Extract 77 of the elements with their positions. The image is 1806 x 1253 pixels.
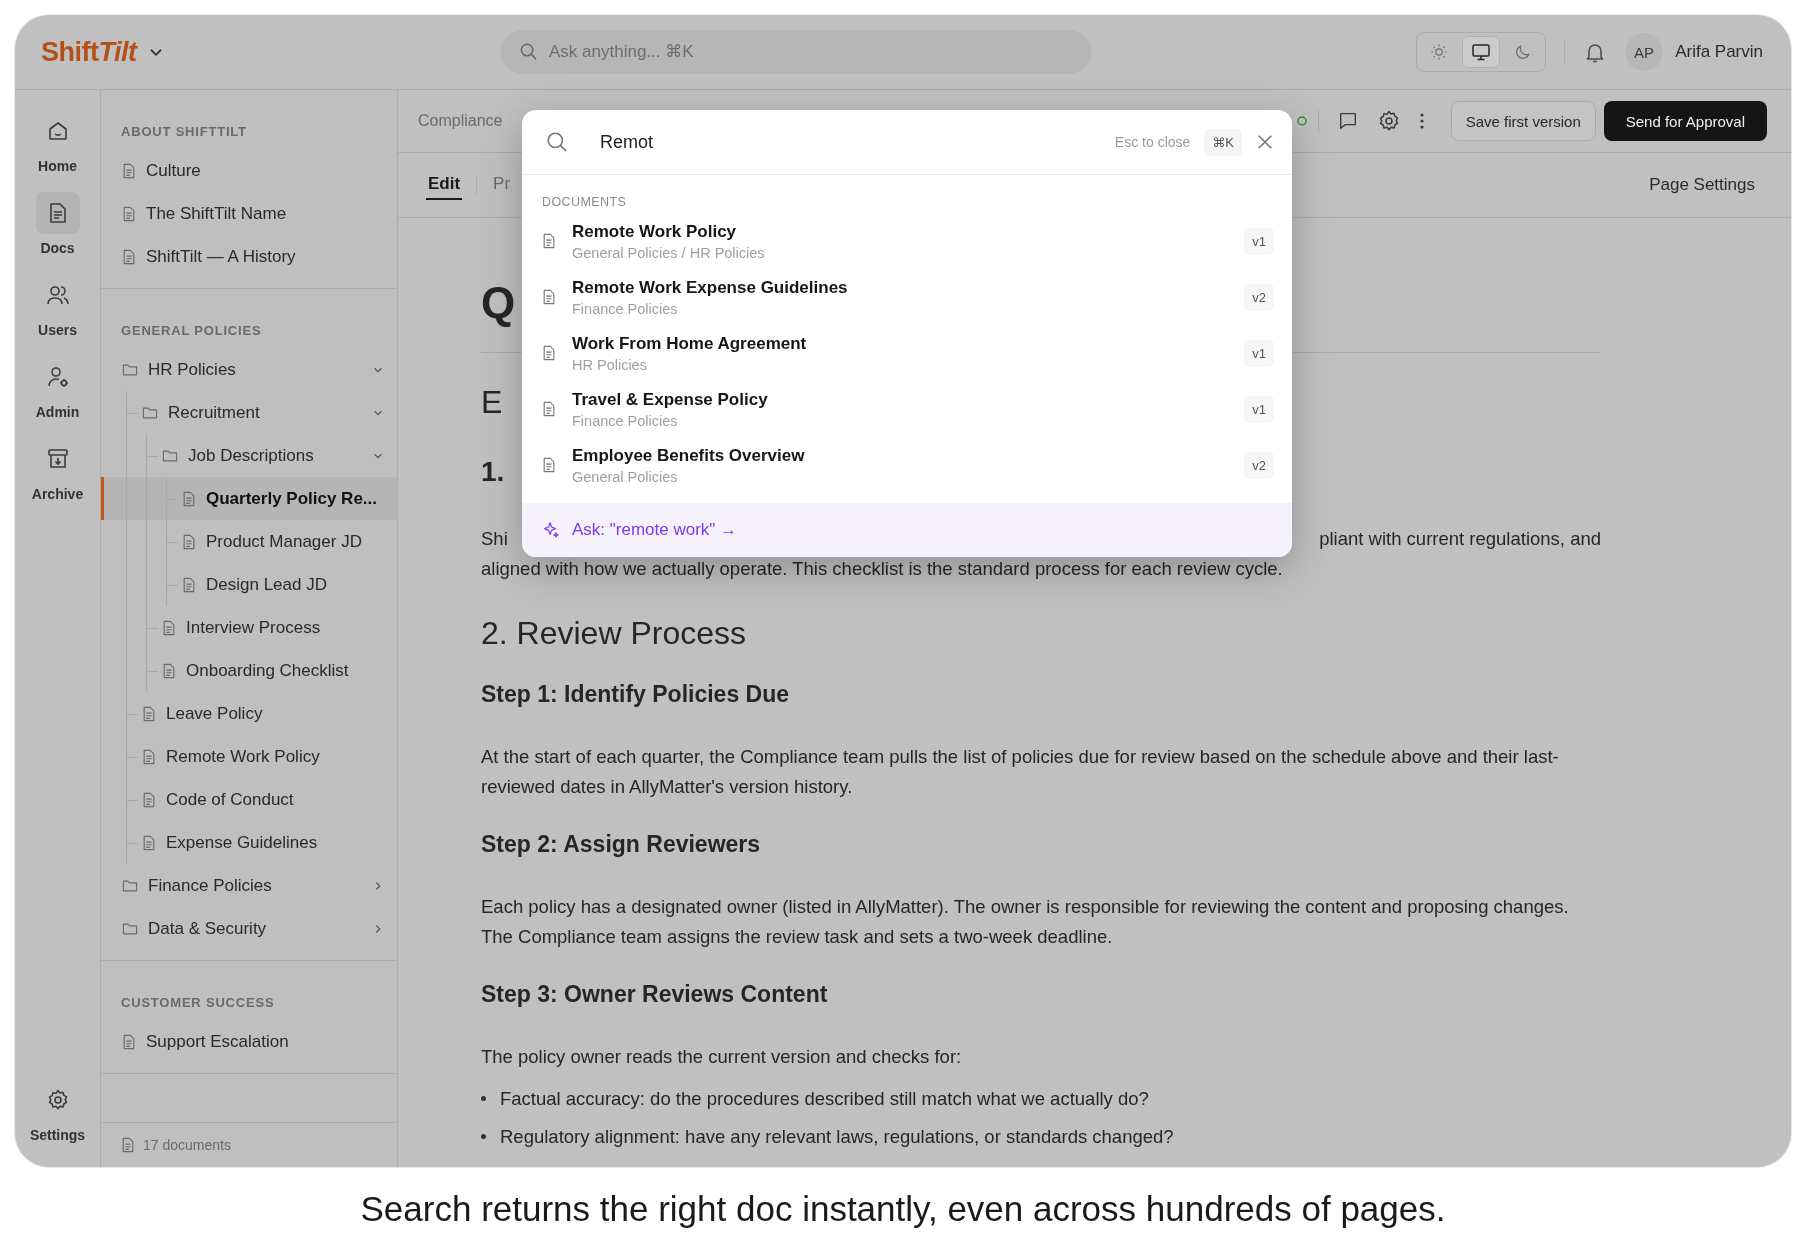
version-tag: v1 [1244,395,1274,423]
paragraph: Each policy has a designated owner (listed in AllyMatter). The owner is responsible for reviewing the content and proposing changes. The Compliance team assigns the review task and sets a two-week deadline. [481,894,1570,949]
section-heading: GENERAL POLICIES [120,323,263,340]
search-result[interactable]: Travel & Expense Policy Finance Policies v1 [542,381,1274,437]
step-heading: Step 2: Assign Reviewers [481,829,761,859]
paragraph: aligned with how we actually operate. This checklist is the standard process for each review cycle. [481,556,1284,581]
document-item[interactable]: Support Escalation [101,1020,397,1063]
paragraph-text: pliant with current regulations, and [1319,526,1601,551]
result-path: General Policies [572,468,679,485]
search-result[interactable]: Remote Work Policy General Policies / HR Policies v1 [542,213,1274,269]
result-title: Remote Work Expense Guidelines [572,277,849,298]
paragraph: At the start of each quarter, the Compliance team pulls the list of policies due for review based on the schedule above and their last-reviewed dates in AllyMatter's version history. [481,744,1560,799]
result-path: Finance Policies [572,412,679,429]
results-heading: DOCUMENTS [542,195,628,209]
document-title: Q [481,277,516,329]
caption: Search returns the right doc instantly, even across hundreds of pages. [360,1188,1446,1230]
document-item[interactable]: Design Lead JD [101,563,397,606]
result-title: Employee Benefits Overview [572,445,806,466]
section-heading: E [481,382,503,422]
document-item[interactable]: Code of Conduct [101,778,397,821]
folder-item[interactable]: Job Descriptions [101,434,397,477]
send-button[interactable]: Send for Approval [1603,101,1767,141]
folder-item[interactable]: Data & Security [101,907,397,950]
search-result[interactable]: Remote Work Expense Guidelines Finance Policies v2 [542,269,1274,325]
section-heading: CUSTOMER SUCCESS [120,995,276,1012]
section-heading: 1. [481,455,505,490]
document-item[interactable]: Quarterly Policy Re... [101,477,397,520]
paragraph: The policy owner reads the current version and checks for: [481,1044,963,1069]
folder-item[interactable]: Finance Policies [101,864,397,907]
document-item[interactable]: Leave Policy [101,692,397,735]
ask-ai-button[interactable]: Ask: "remote work" → [522,503,1292,557]
tab[interactable]: Edit [426,170,463,200]
folder-item[interactable]: Recruitment [101,391,397,434]
user-name: Arifa Parvin [1675,42,1763,62]
document-item[interactable]: ShiftTilt — A History [101,235,397,278]
document-item[interactable]: Remote Work Policy [101,735,397,778]
list-item: Factual accuracy: do the procedures described still match what we actually do? [500,1086,1149,1111]
shortcut-key: ⌘K [1204,128,1242,156]
version-tag: v1 [1244,227,1274,255]
logo: ShiftTilt [41,36,137,68]
document-item[interactable]: The ShiftTilt Name [101,192,397,235]
folder-item[interactable]: HR Policies [101,348,397,391]
document-item[interactable]: Onboarding Checklist [101,649,397,692]
document-item[interactable]: Expense Guidelines [101,821,397,864]
result-path: HR Policies [572,356,648,373]
document-count: 17 documents [143,1137,231,1153]
list-item: Regulatory alignment: have any relevant laws, regulations, or standards changed? [500,1124,1174,1149]
rail-item[interactable]: Admin [19,352,96,424]
search-input[interactable]: Remot [598,130,1101,154]
step-heading: Step 3: Owner Reviews Content [481,979,828,1009]
rail-item[interactable]: Docs [19,188,96,260]
rail-item[interactable]: Home [19,106,96,178]
section-heading: 2. Review Process [481,613,746,652]
document-item[interactable]: Product Manager JD [101,520,397,563]
result-path: General Policies / HR Policies [572,244,766,261]
version-tag: v2 [1244,451,1274,479]
save-button[interactable]: Save first version [1450,101,1596,141]
document-item[interactable]: Interview Process [101,606,397,649]
result-title: Travel & Expense Policy [572,389,769,410]
rail-item[interactable]: Settings [19,1075,96,1147]
result-title: Work From Home Agreement [572,333,808,354]
rail-item[interactable]: Archive [19,434,96,506]
result-title: Remote Work Policy [572,221,738,242]
step-heading: Step 1: Identify Policies Due [481,679,790,709]
search-result[interactable]: Employee Benefits Overview General Policies v2 [542,437,1274,493]
document-item[interactable]: Culture [101,149,397,192]
close-hint: Esc to close [1114,134,1191,150]
section-heading: ABOUT SHIFTTILT [120,124,248,141]
version-tag: v2 [1244,283,1274,311]
search-result[interactable]: Work From Home Agreement HR Policies v1 [542,325,1274,381]
search-field[interactable]: Ask anything... ⌘K [501,30,1091,74]
page-settings-button[interactable]: Page Settings [1643,174,1761,196]
paragraph-text: Shi [481,526,508,551]
version-tag: v1 [1244,339,1274,367]
rail-item[interactable]: Users [19,270,96,342]
user-avatar[interactable]: AP [1625,33,1664,71]
result-path: Finance Policies [572,300,679,317]
